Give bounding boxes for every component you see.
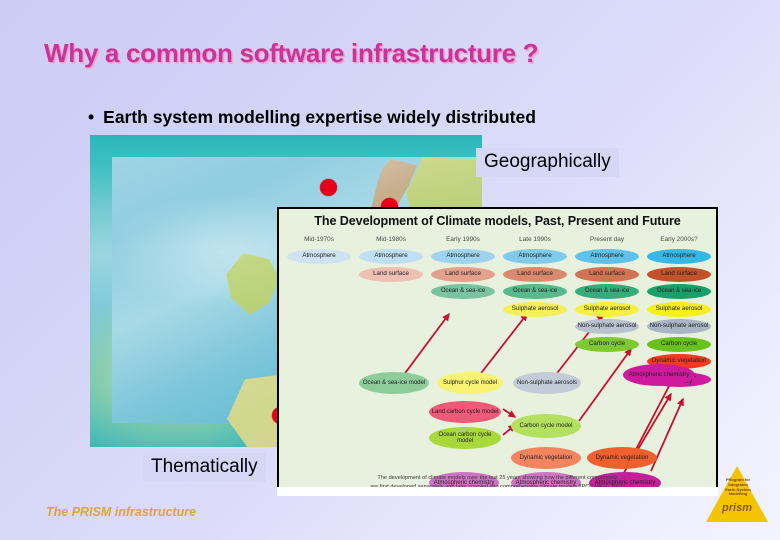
figure-precursor-node: Dynamic vegetation	[587, 447, 657, 469]
figure-component-node: Land surface	[647, 266, 711, 282]
figure-precursor-node: Dynamic vegetation	[511, 447, 581, 469]
map-site-marker	[320, 179, 337, 196]
figure-column-header: Present day	[589, 236, 625, 243]
slide-canvas: Why a common software infrastructure ? •…	[0, 0, 780, 540]
figure-component-node: Land surface	[503, 266, 567, 282]
figure-precursor-node: Ocean & sea-ice model	[359, 372, 429, 394]
figure-component-node: Atmosphere	[575, 249, 639, 264]
figure-column-header: Early 2000s?	[660, 236, 698, 243]
figure-component-node: Land surface	[431, 266, 495, 282]
figure-arrow	[502, 408, 517, 418]
figure-component-node: Carbon cycle	[647, 336, 711, 352]
prism-logo-wordmark: prism	[722, 502, 752, 514]
figure-component-node: Sulphate aerosol	[575, 301, 639, 317]
figure-component-node: Carbon cycle	[575, 336, 639, 352]
bullet-text: Earth system modelling expertise widely …	[103, 107, 536, 127]
figure-component-node: Atmosphere	[359, 249, 423, 264]
page-title: Why a common software infrastructure ?	[44, 38, 539, 68]
figure-component-node: Non-sulphate aerosol	[647, 319, 711, 334]
figure-component-node: Ocean & sea-ice	[431, 284, 495, 299]
figure-precursor-node: Sulphur cycle model	[437, 372, 503, 394]
figure-component-node: Ocean & sea-ice	[575, 284, 639, 299]
figure-caption-line-1: The development of climate models over t…	[377, 475, 618, 482]
figure-precursor-node: Non-sulphate aerosols	[513, 372, 581, 394]
figure-component-node: Land surface	[575, 266, 639, 282]
figure-title: The Development of Climate models, Past,…	[314, 214, 681, 228]
figure-arrow	[474, 312, 528, 382]
figure-arrow	[578, 347, 632, 422]
figure-column-header: Late 1990s	[519, 236, 551, 243]
map-land-ireland	[226, 253, 280, 315]
figure-component-node: Land surface	[359, 266, 423, 282]
figure-precursor-node: Atmospheric chemistry	[623, 364, 695, 386]
figure-component-node: Ocean & sea-ice	[503, 284, 567, 299]
climate-model-development-figure: The Development of Climate models, Past,…	[277, 207, 718, 496]
figure-column-header: Early 1990s	[446, 236, 480, 243]
footer-text: The PRISM infrastructure	[46, 505, 197, 519]
callout-thematically: Thematically	[143, 453, 266, 482]
figure-precursor-node: Land carbon cycle model	[429, 401, 501, 423]
figure-component-node: Atmosphere	[503, 249, 567, 264]
figure-component-node: Atmosphere	[287, 249, 351, 264]
figure-component-node: Atmosphere	[431, 249, 495, 264]
prism-logo: PRogram for Integrated Earth System Mode…	[706, 466, 768, 526]
figure-component-node: Non-sulphate aerosol	[575, 319, 639, 334]
bullet-marker-icon: •	[88, 107, 95, 127]
prism-logo-subtext: PRogram for Integrated Earth System Mode…	[725, 477, 751, 497]
figure-column-header: Mid-1980s	[376, 236, 406, 243]
callout-geographically: Geographically	[476, 148, 619, 177]
figure-component-node: Sulphate aerosol	[503, 301, 567, 317]
figure-component-node: Sulphate aerosol	[647, 301, 711, 317]
figure-precursor-node: Carbon cycle model	[511, 414, 581, 438]
figure-component-node: Atmosphere	[647, 249, 711, 264]
figure-bottom-strip	[277, 487, 718, 496]
figure-column-header: Mid-1970s	[304, 236, 334, 243]
bullet-line: • Earth system modelling expertise widely…	[88, 107, 536, 128]
figure-component-node: Ocean & sea-ice	[647, 284, 711, 299]
figure-precursor-node: Ocean carbon cycle model	[429, 427, 501, 449]
